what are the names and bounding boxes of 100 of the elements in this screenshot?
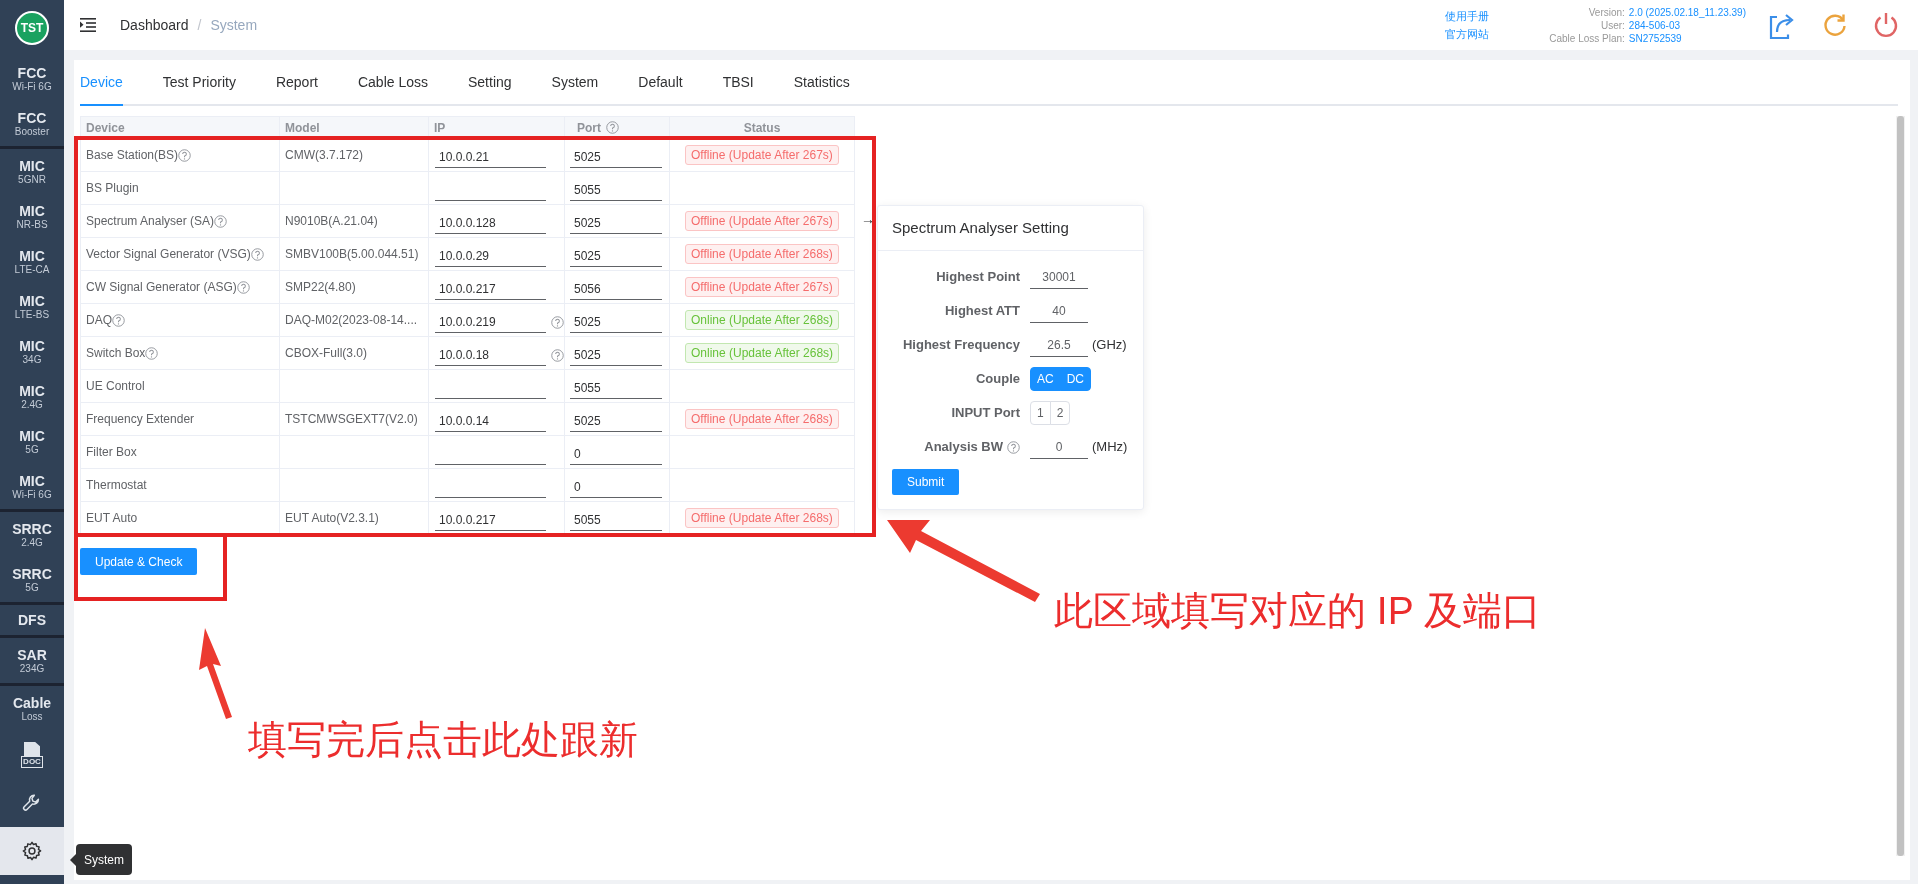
ip-cell[interactable] xyxy=(428,369,565,403)
ip-field[interactable]: 10.0.0.18 xyxy=(435,344,546,366)
port-field[interactable]: 0 xyxy=(570,476,662,498)
port-cell[interactable]: 0 xyxy=(564,435,670,469)
device-name: BS Plugin xyxy=(86,180,139,197)
port-cell[interactable]: 5025 xyxy=(564,204,670,238)
sidebar-item[interactable]: Cable Loss xyxy=(0,686,64,731)
setting-field[interactable]: 40 xyxy=(1030,299,1088,323)
sidebar-item[interactable]: MIC LTE-BS xyxy=(0,284,64,329)
device-name: Base Station(BS) xyxy=(86,147,179,164)
ip-field[interactable]: 10.0.0.14 xyxy=(435,410,546,432)
port-cell[interactable]: 5055 xyxy=(564,171,670,205)
power-icon[interactable] xyxy=(1872,11,1900,39)
sidebar-item[interactable]: MIC 5G xyxy=(0,419,64,464)
annotation-text: 此区域填写对应的 IP 及端口 xyxy=(1054,588,1541,634)
breadcrumb-item[interactable]: Dashboard xyxy=(120,14,189,36)
menu-icon[interactable] xyxy=(80,18,96,32)
sidebar-item[interactable]: FCC Wi-Fi 6G xyxy=(0,56,64,101)
status-tag: Offline (Update After 267s) xyxy=(685,145,839,165)
field-label: Highest Point xyxy=(936,268,1020,287)
toggle-option[interactable]: 1 xyxy=(1030,401,1051,425)
tab[interactable]: System xyxy=(551,60,599,106)
port-field[interactable]: 5025 xyxy=(570,245,662,267)
sidebar-item[interactable]: MIC 2.4G xyxy=(0,374,64,419)
setting-field[interactable]: 30001 xyxy=(1030,265,1088,289)
ip-cell[interactable]: 10.0.0.128 xyxy=(428,204,565,238)
port-cell[interactable]: 5025 xyxy=(564,237,670,271)
tab[interactable]: Setting xyxy=(468,60,512,106)
port-field[interactable]: 5025 xyxy=(570,212,662,234)
table-cell: N9010B(A.21.04) xyxy=(279,204,429,238)
setting-field[interactable]: 26.5 xyxy=(1030,333,1088,357)
port-cell[interactable]: 5025 xyxy=(564,303,670,337)
sidebar-item[interactable]: DFS xyxy=(0,605,64,635)
field-label: Analysis BW xyxy=(924,438,1003,457)
port-cell[interactable]: 0 xyxy=(564,468,670,502)
sidebar-item[interactable]: SRRC 5G xyxy=(0,557,64,602)
ip-cell[interactable]: 10.0.0.219 xyxy=(428,303,565,337)
ip-field[interactable]: 10.0.0.219 xyxy=(435,311,546,333)
ip-field[interactable]: 10.0.0.217 xyxy=(435,509,546,531)
tab[interactable]: Report xyxy=(275,60,318,106)
ip-field[interactable]: 10.0.0.217 xyxy=(435,278,546,300)
port-cell[interactable]: 5055 xyxy=(564,369,670,403)
port-field[interactable]: 5025 xyxy=(570,146,662,168)
device-name: CW Signal Generator (ASG) xyxy=(86,279,237,296)
port-field[interactable]: 0 xyxy=(570,443,662,465)
device-name: Spectrum Analyser (SA) xyxy=(86,213,215,230)
ip-cell[interactable]: 10.0.0.217 xyxy=(428,270,565,304)
port-field[interactable]: 5055 xyxy=(570,509,662,531)
tab[interactable]: Default xyxy=(638,60,683,106)
port-field[interactable]: 5025 xyxy=(570,344,662,366)
ip-cell[interactable]: 10.0.0.18 xyxy=(428,336,565,370)
status-tag: Online (Update After 268s) xyxy=(685,343,840,363)
port-cell[interactable]: 5025 xyxy=(564,402,670,436)
sidebar-item[interactable] xyxy=(0,827,64,875)
status-tag: Online (Update After 268s) xyxy=(685,310,840,330)
annotation-text: 填写完后点击此处跟新 xyxy=(248,717,638,763)
field-label: Couple xyxy=(975,370,1020,389)
port-cell[interactable]: 5056 xyxy=(564,270,670,304)
ip-field[interactable]: 10.0.0.128 xyxy=(435,212,546,234)
table-cell: CMW(3.7.172) xyxy=(279,138,429,172)
sidebar-item[interactable]: MIC NR-BS xyxy=(0,194,64,239)
field-label: INPUT Port xyxy=(951,404,1020,423)
info-value: 2.0 (2025.02.18_11.23.39) xyxy=(1628,5,1746,19)
sidebar-item[interactable]: FCC Booster xyxy=(0,101,64,146)
ip-cell[interactable] xyxy=(428,171,565,205)
toggle-option[interactable]: 2 xyxy=(1049,401,1071,425)
tab[interactable]: Statistics xyxy=(793,60,850,106)
tab[interactable]: Cable Loss xyxy=(357,60,428,106)
setting-field[interactable]: 0 xyxy=(1030,435,1088,459)
ip-field[interactable]: 10.0.0.21 xyxy=(435,146,546,168)
unit-label: (MHz) xyxy=(1092,438,1128,457)
port-field[interactable]: 5055 xyxy=(570,377,662,399)
sidebar-item[interactable]: SAR 234G xyxy=(0,638,64,683)
ip-field[interactable]: 10.0.0.29 xyxy=(435,245,546,267)
port-field[interactable]: 5025 xyxy=(570,410,662,432)
ip-cell[interactable]: 10.0.0.14 xyxy=(428,402,565,436)
ip-cell[interactable] xyxy=(428,468,565,502)
sidebar-item[interactable]: MIC LTE-CA xyxy=(0,239,64,284)
port-cell[interactable]: 5025 xyxy=(564,336,670,370)
sidebar-item[interactable]: SRRC 2.4G xyxy=(0,512,64,557)
port-field[interactable]: 5055 xyxy=(570,179,662,201)
info-value: 284-506-03 xyxy=(1628,18,1681,32)
unit-label: (GHz) xyxy=(1092,336,1127,355)
port-field[interactable]: 5025 xyxy=(570,311,662,333)
field-label: Highest ATT xyxy=(944,302,1020,321)
ip-cell[interactable] xyxy=(428,435,565,469)
port-cell[interactable]: 5025 xyxy=(564,138,670,172)
port-field[interactable]: 5056 xyxy=(570,278,662,300)
tab[interactable]: Test Priority xyxy=(162,60,236,106)
sidebar-item[interactable]: MIC 5GNR xyxy=(0,149,64,194)
ip-cell[interactable]: 10.0.0.21 xyxy=(428,138,565,172)
device-name: UE Control xyxy=(86,378,145,395)
tab[interactable]: TBSI xyxy=(722,60,754,106)
sidebar-item[interactable]: DOC xyxy=(0,731,64,779)
device-name: Frequency Extender xyxy=(86,411,195,428)
table-cell: SMBV100B(5.00.044.51) xyxy=(279,237,429,271)
sidebar-item[interactable]: MIC Wi-Fi 6G xyxy=(0,464,64,509)
scrollbar[interactable] xyxy=(1896,116,1905,856)
ip-cell[interactable]: 10.0.0.29 xyxy=(428,237,565,271)
sidebar-item[interactable]: MIC 34G xyxy=(0,329,64,374)
